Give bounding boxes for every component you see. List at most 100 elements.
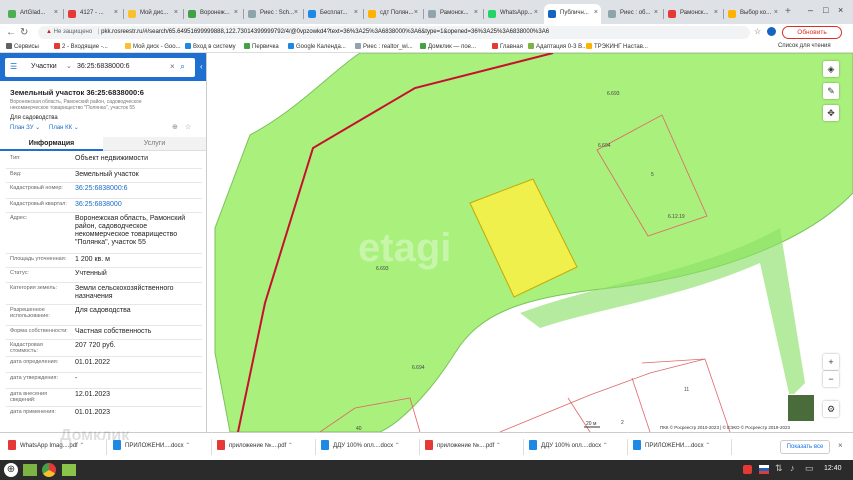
download-item[interactable]: WhatsApp Imag....pdf ⌃	[8, 440, 84, 454]
show-all-downloads-button[interactable]: Показать все	[780, 440, 830, 454]
update-button[interactable]: Обновить	[782, 26, 842, 39]
new-tab-icon[interactable]: +	[785, 6, 791, 17]
zoom-to-object-icon[interactable]: ⊕	[172, 123, 178, 131]
plan-kk-link[interactable]: План КК ⌄	[49, 124, 79, 131]
bookmark-item[interactable]: Сервисы	[6, 43, 39, 50]
tab-services[interactable]: Услуги	[103, 137, 206, 151]
bookmark-item[interactable]: Google Календа...	[288, 43, 346, 50]
close-tab-icon[interactable]: ×	[174, 9, 178, 16]
browser-tab[interactable]: Риес : об... ×	[604, 4, 661, 24]
close-tab-icon[interactable]: ×	[654, 9, 658, 16]
browser-tab[interactable]: Воронеж... ×	[184, 4, 241, 24]
close-tab-icon[interactable]: ×	[114, 9, 118, 16]
close-tab-icon[interactable]: ×	[534, 9, 538, 16]
desktop-icon[interactable]	[23, 464, 37, 476]
download-item[interactable]: ПРИЛОЖЕНИ....docx ⌃	[633, 440, 710, 454]
chrome-icon[interactable]	[42, 463, 56, 477]
close-tab-icon[interactable]: ×	[234, 9, 238, 16]
browser-tab[interactable]: Выбор ко... ×	[724, 4, 781, 24]
download-item[interactable]: приложение №....pdf ⌃	[217, 440, 293, 454]
tab-information[interactable]: Информация	[0, 137, 103, 151]
minimize-icon[interactable]: –	[808, 5, 813, 15]
close-tab-icon[interactable]: ×	[594, 9, 598, 16]
download-item[interactable]: ПРИЛОЖЕНИ....docx ⌃	[113, 440, 190, 454]
close-window-icon[interactable]: ×	[838, 5, 843, 15]
notifications-icon[interactable]	[743, 465, 752, 474]
chevron-up-icon[interactable]: ⌃	[704, 443, 710, 449]
back-icon[interactable]: ←	[6, 27, 16, 38]
keyboard-layout-icon[interactable]	[759, 465, 769, 474]
bookmark-item[interactable]: Главная	[492, 43, 523, 50]
download-item[interactable]: приложение №....pdf ⌃	[425, 440, 501, 454]
download-item[interactable]: ДДУ 100% опл....docx ⌃	[529, 440, 608, 454]
bookmark-item[interactable]: Вход в систему	[185, 43, 236, 50]
download-item[interactable]: ДДУ 100% опл....docx ⌃	[321, 440, 400, 454]
browser-tab[interactable]: Публичн... ×	[544, 4, 601, 24]
bookmark-item[interactable]: ТРЭКИНГ Настав...	[586, 43, 648, 50]
star-icon[interactable]: ☆	[754, 27, 761, 36]
chevron-up-icon[interactable]: ⌃	[184, 443, 190, 449]
measure-icon[interactable]: ✎	[823, 83, 839, 99]
locate-icon[interactable]: ✥	[823, 105, 839, 121]
collapse-panel-icon[interactable]: ‹	[200, 62, 203, 71]
browser-tab[interactable]: ArtGlad... ×	[4, 4, 61, 24]
bookmark-item[interactable]: Домклик — пое...	[420, 43, 476, 50]
volume-icon[interactable]: ♪	[790, 463, 795, 473]
menu-icon[interactable]: ☰	[10, 62, 17, 71]
bookmark-item[interactable]: Адаптация 0-3 В...	[528, 43, 587, 50]
close-tab-icon[interactable]: ×	[354, 9, 358, 16]
close-tab-icon[interactable]: ×	[294, 9, 298, 16]
browser-tab[interactable]: сдт Полян... ×	[364, 4, 421, 24]
chevron-up-icon[interactable]: ⌃	[494, 443, 501, 449]
browser-tab[interactable]: Рамонск... ×	[424, 4, 481, 24]
zoom-in-button[interactable]: +	[823, 354, 839, 370]
chevron-down-icon[interactable]: ⌄	[66, 62, 72, 70]
reading-list-button[interactable]: Список для чтения	[778, 43, 831, 49]
reload-icon[interactable]: ↻	[20, 27, 28, 38]
browser-tab[interactable]: Риес : Sch... ×	[244, 4, 301, 24]
bookmark-item[interactable]: Риес : realtor_wi...	[355, 43, 413, 50]
browser-tab[interactable]: 4127 - ... ×	[64, 4, 121, 24]
attribute-key: Адрес:	[10, 215, 28, 221]
files-icon[interactable]	[62, 464, 76, 476]
clear-icon[interactable]: ×	[170, 62, 175, 71]
layers-icon[interactable]: ◈	[823, 61, 839, 77]
attribute-value[interactable]: 36:25:6838000	[75, 201, 200, 209]
chevron-up-icon[interactable]: ⌃	[286, 443, 293, 449]
browser-tab[interactable]: Мой дис... ×	[124, 4, 181, 24]
bookmark-icon	[244, 43, 250, 49]
chevron-up-icon[interactable]: ⌃	[78, 443, 84, 449]
maximize-icon[interactable]: □	[823, 5, 828, 15]
search-input[interactable]: 36:25:6838000:6	[77, 63, 130, 70]
search-bar[interactable]: ☰ Участки ⌄ 36:25:6838000:6 × ⌕	[5, 58, 195, 77]
tab-favicon-icon	[728, 10, 736, 18]
close-tab-icon[interactable]: ×	[474, 9, 478, 16]
attribute-value[interactable]: 36:25:6838000:6	[75, 185, 200, 193]
network-icon[interactable]: ⇅	[775, 463, 783, 474]
bookmark-item[interactable]: Мой диск - Goo...	[125, 43, 181, 50]
close-tab-icon[interactable]: ×	[54, 9, 58, 16]
plan-zu-link[interactable]: План ЗУ ⌄	[10, 124, 40, 131]
close-tab-icon[interactable]: ×	[414, 9, 418, 16]
bookmark-item[interactable]: 2 - Входящие -...	[54, 43, 108, 50]
browser-tab[interactable]: Рамонск... ×	[664, 4, 721, 24]
chevron-up-icon[interactable]: ⌃	[393, 443, 400, 449]
browser-tab[interactable]: Бесплат... ×	[304, 4, 361, 24]
settings-icon[interactable]: ⚙	[823, 401, 839, 417]
bookmark-item[interactable]: Первичка	[244, 43, 279, 50]
basemap-thumbnail[interactable]	[787, 394, 815, 422]
zoom-out-button[interactable]: −	[823, 371, 839, 387]
browser-tab[interactable]: WhatsApp... ×	[484, 4, 541, 24]
chevron-up-icon[interactable]: ⌃	[601, 443, 608, 449]
favorite-icon[interactable]: ☆	[185, 123, 191, 131]
start-menu-icon[interactable]: ⊕	[4, 463, 18, 477]
address-bar[interactable]: ▲ Не защищено | pkk.rosreestr.ru/#/searc…	[38, 26, 750, 39]
battery-icon[interactable]: ▭	[805, 463, 814, 474]
search-icon[interactable]: ⌕	[180, 61, 185, 72]
search-type-select[interactable]: Участки	[31, 63, 57, 70]
close-tab-icon[interactable]: ×	[714, 9, 718, 16]
close-tab-icon[interactable]: ×	[774, 9, 778, 16]
profile-avatar[interactable]	[767, 27, 776, 36]
url-text: pkk.rosreestr.ru/#/search/65.64951699999…	[101, 29, 550, 35]
close-downloads-icon[interactable]: ×	[838, 441, 843, 450]
